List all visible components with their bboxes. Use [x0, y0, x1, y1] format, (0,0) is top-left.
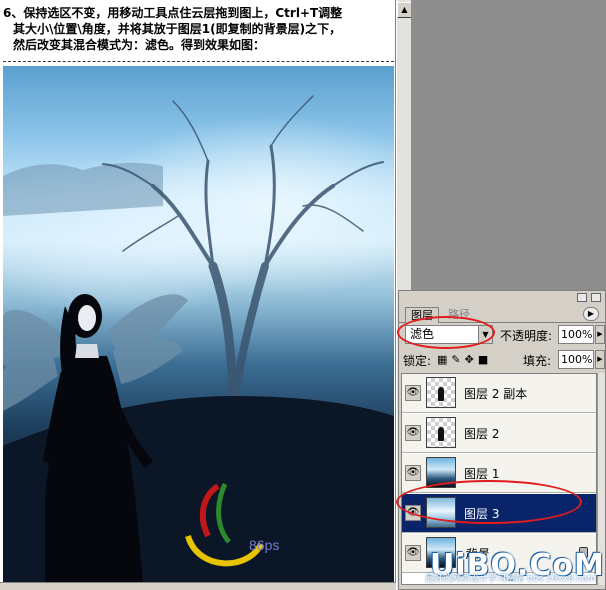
minimize-icon[interactable]	[577, 293, 587, 302]
eye-icon[interactable]: 👁	[405, 425, 421, 441]
instruction-line-2: 其大小\位置\角度，并将其放于图层1(即复制的背景层)之下，	[13, 22, 342, 36]
instruction-text: 6、保持选区不变，用移动工具点住云层拖到图上，Ctrl+T调整 其大小\位置\角…	[3, 5, 393, 53]
watermark-caption: 最好的网页设计学习网站 bbs.16xx8.com	[425, 574, 596, 584]
dashed-divider	[3, 61, 394, 62]
layer-row[interactable]: 👁 图层 2 副本	[402, 374, 596, 413]
layer-name: 图层 2 副本	[464, 387, 528, 401]
blend-row: 滤色 ▼ 不透明度: 100% ▶	[397, 316, 605, 349]
status-bar	[0, 582, 396, 590]
scroll-up-button[interactable]: ▲	[397, 2, 412, 18]
highlight-ring	[397, 316, 495, 349]
instruction-line-1: 6、保持选区不变，用移动工具点住云层拖到图上，Ctrl+T调整	[3, 6, 343, 20]
lock-label: 锁定:	[403, 354, 432, 368]
lock-transparent-icon[interactable]: ▦	[437, 353, 451, 366]
lock-brush-icon[interactable]: ✎	[451, 353, 464, 366]
tutorial-document: 6、保持选区不变，用移动工具点住云层拖到图上，Ctrl+T调整 其大小\位置\角…	[0, 0, 396, 590]
eye-icon[interactable]: 👁	[405, 545, 421, 561]
fill-arrow-icon[interactable]: ▶	[595, 350, 605, 369]
canvas-image: 86ps	[3, 66, 394, 582]
fill-input[interactable]: 100%	[558, 350, 594, 369]
workspace-area	[411, 0, 606, 290]
lock-row: 锁定: ▦✎✥■ 填充: 100% ▶	[403, 350, 605, 370]
opacity-arrow-icon[interactable]: ▶	[595, 325, 605, 344]
layer-name: 图层 2	[464, 427, 500, 441]
lock-all-icon[interactable]: ■	[478, 353, 492, 366]
layer-thumbnail	[426, 417, 456, 448]
layer-row[interactable]: 👁 图层 2	[402, 414, 596, 453]
highlight-ring-layer	[396, 480, 582, 524]
scene-illustration: 86ps	[3, 95, 394, 582]
panel-menu-icon[interactable]: ▶	[583, 307, 599, 321]
fill-label: 填充:	[523, 354, 552, 368]
86ps-logo-text: 86ps	[249, 537, 279, 553]
layers-panel: 图层 路径 ▶ 滤色 ▼ 不透明度: 100% ▶ 锁定: ▦✎✥■ 填充: 1…	[397, 290, 606, 590]
opacity-label: 不透明度:	[500, 329, 553, 343]
figure-icon	[438, 427, 444, 441]
instruction-line-3: 然后改变其混合模式为：滤色。得到效果如图：	[13, 38, 266, 52]
lock-move-icon[interactable]: ✥	[465, 353, 478, 366]
close-icon[interactable]	[591, 293, 601, 302]
opacity-input[interactable]: 100%	[558, 325, 594, 344]
eye-icon[interactable]: 👁	[405, 465, 421, 481]
eye-icon[interactable]: 👁	[405, 385, 421, 401]
figure-icon	[438, 387, 444, 401]
lock-options: ▦✎✥■	[437, 353, 492, 366]
layer-thumbnail	[426, 377, 456, 408]
panel-titlebar[interactable]	[399, 291, 605, 305]
